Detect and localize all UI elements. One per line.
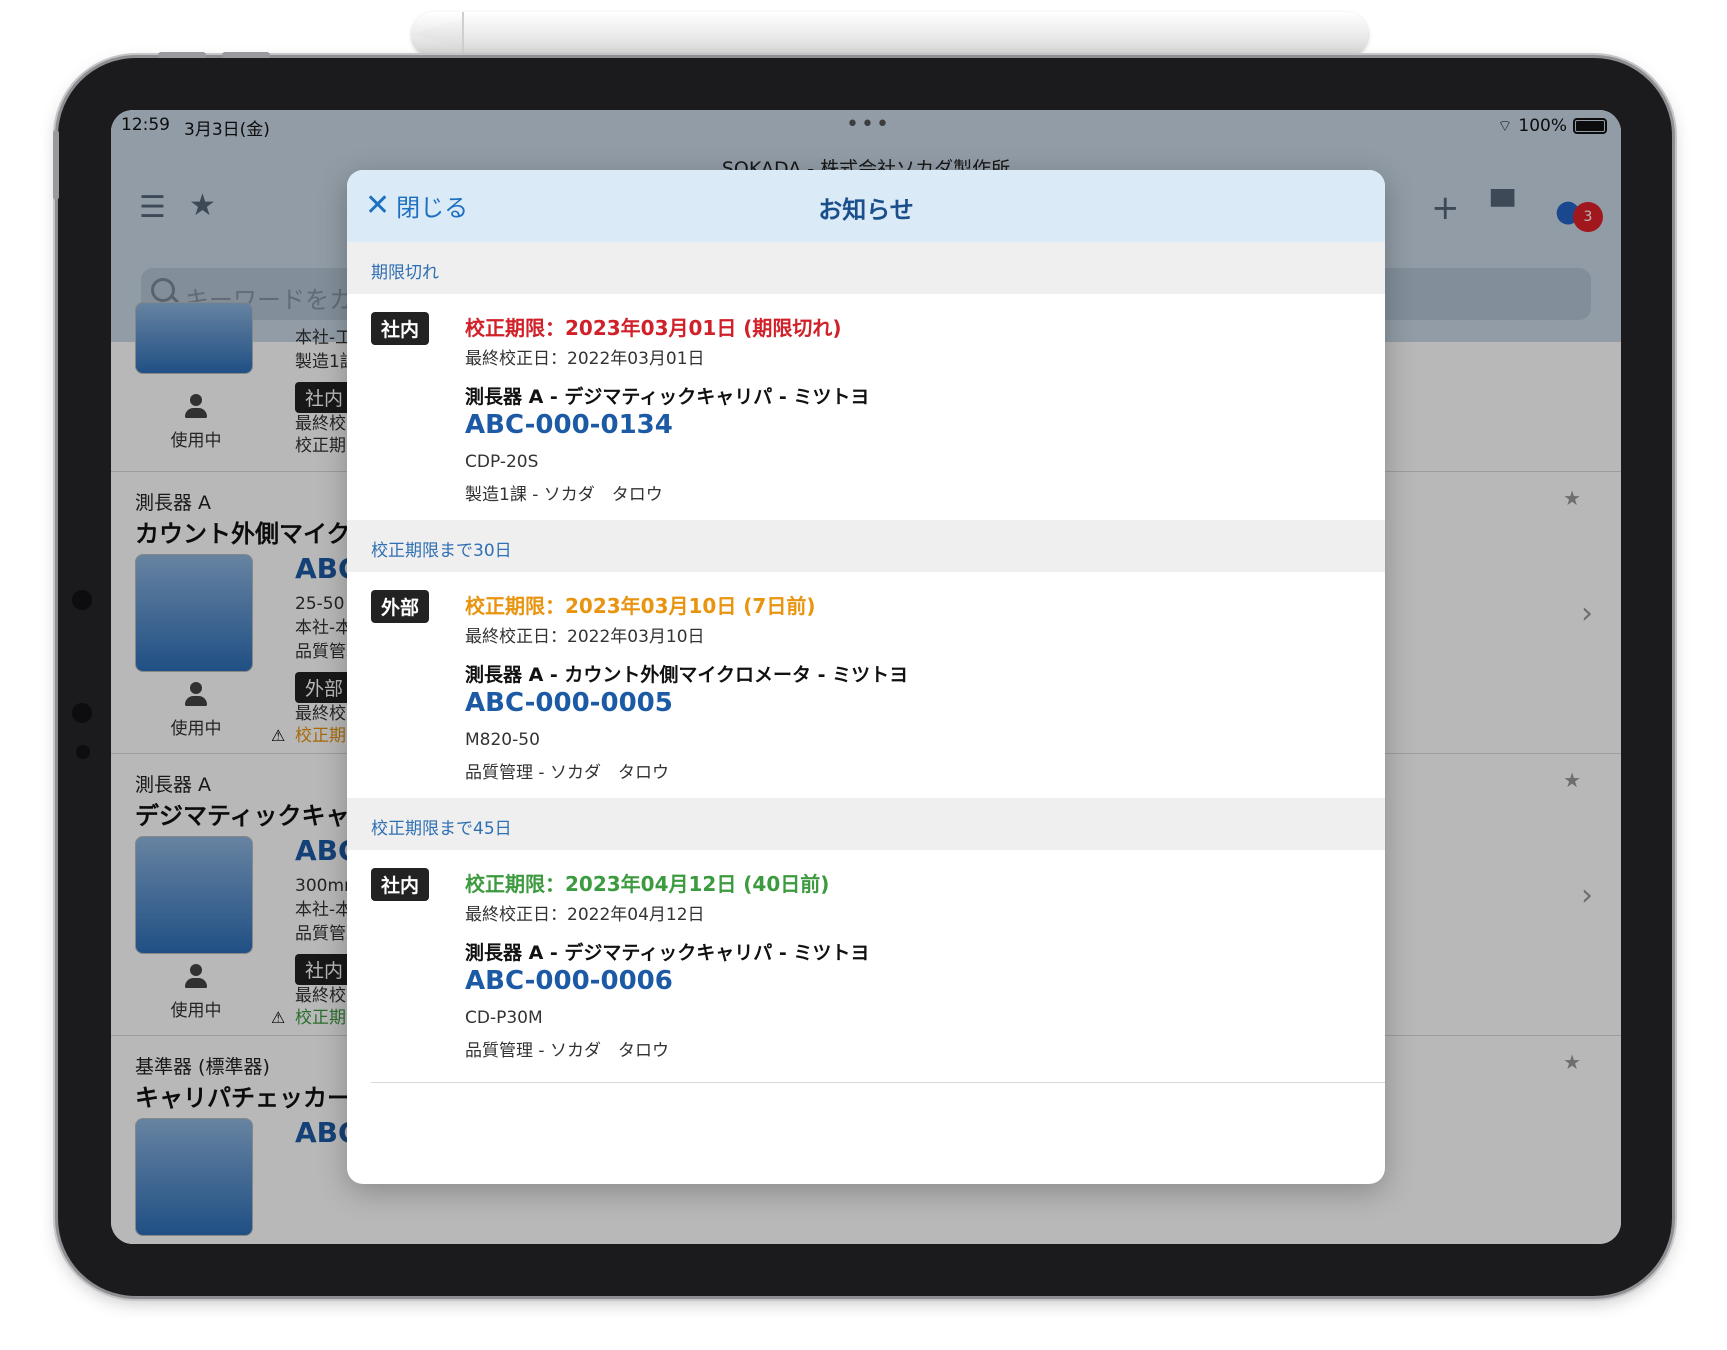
notification-entry[interactable]: 外部 校正期限：2023年03月10日 (7日前) 最終校正日：2022年03月…	[347, 572, 1385, 798]
calibration-deadline: 校正期限：2023年03月10日 (7日前)	[465, 594, 816, 618]
modal-title: お知らせ	[818, 196, 914, 224]
device-name: 測長器 A - デジマティックキャリパ - ミツトヨ	[465, 942, 870, 964]
volume-button	[222, 52, 270, 58]
notification-entry[interactable]: 社内 校正期限：2023年04月12日 (40日前) 最終校正日：2022年04…	[347, 850, 1385, 1076]
device-model: CD-P30M	[465, 1008, 543, 1028]
section-heading: 校正期限まで30日	[371, 541, 512, 561]
device-model: CDP-20S	[465, 452, 539, 472]
device-department: 品質管理 - ソカダ タロウ	[465, 763, 669, 783]
section-heading: 校正期限まで45日	[371, 819, 512, 839]
section-header-30-days: 校正期限まで30日	[347, 520, 1385, 572]
last-calibration-date: 最終校正日：2022年03月01日	[465, 349, 705, 369]
sensor-icon	[76, 745, 90, 759]
device-name: 測長器 A - デジマティックキャリパ - ミツトヨ	[465, 386, 870, 408]
device-name: 測長器 A - カウント外側マイクロメータ - ミツトヨ	[465, 664, 909, 686]
camera-icon	[72, 590, 92, 610]
divider	[371, 1082, 1385, 1083]
camera-icon	[72, 703, 92, 723]
status-badge: 外部	[371, 590, 430, 623]
volume-button	[158, 52, 206, 58]
device-code[interactable]: ABC-000-0006	[465, 966, 673, 996]
device-model: M820-50	[465, 730, 540, 750]
last-calibration-date: 最終校正日：2022年04月12日	[465, 905, 705, 925]
product-stage: 12:59 3月3日(金) ••• ⌔ 100% SOKADA - 株式会社ソカ…	[0, 0, 1727, 1350]
device-department: 品質管理 - ソカダ タロウ	[465, 1041, 669, 1061]
section-header-expired: 期限切れ	[347, 242, 1385, 294]
device-department: 製造1課 - ソカダ タロウ	[465, 485, 663, 505]
device-code[interactable]: ABC-000-0005	[465, 688, 673, 718]
status-badge: 社内	[371, 312, 430, 345]
ipad-screen: 12:59 3月3日(金) ••• ⌔ 100% SOKADA - 株式会社ソカ…	[111, 110, 1621, 1244]
section-header-45-days: 校正期限まで45日	[347, 798, 1385, 850]
status-badge: 社内	[371, 868, 430, 901]
notification-entry[interactable]: 社内 校正期限：2023年03月01日 (期限切れ) 最終校正日：2022年03…	[347, 294, 1385, 520]
modal-header: ✕ 閉じる お知らせ	[347, 170, 1385, 242]
apple-pencil	[412, 12, 1368, 56]
notifications-modal: ✕ 閉じる お知らせ 期限切れ 社内 校正期限：2023年03月01日 (期限切…	[347, 170, 1385, 1184]
calibration-deadline: 校正期限：2023年04月12日 (40日前)	[465, 872, 830, 896]
pencil-band	[462, 12, 464, 56]
last-calibration-date: 最終校正日：2022年03月10日	[465, 627, 705, 647]
calibration-deadline: 校正期限：2023年03月01日 (期限切れ)	[465, 316, 842, 340]
section-heading: 期限切れ	[371, 263, 439, 283]
device-code[interactable]: ABC-000-0134	[465, 410, 673, 440]
top-button	[53, 130, 59, 200]
